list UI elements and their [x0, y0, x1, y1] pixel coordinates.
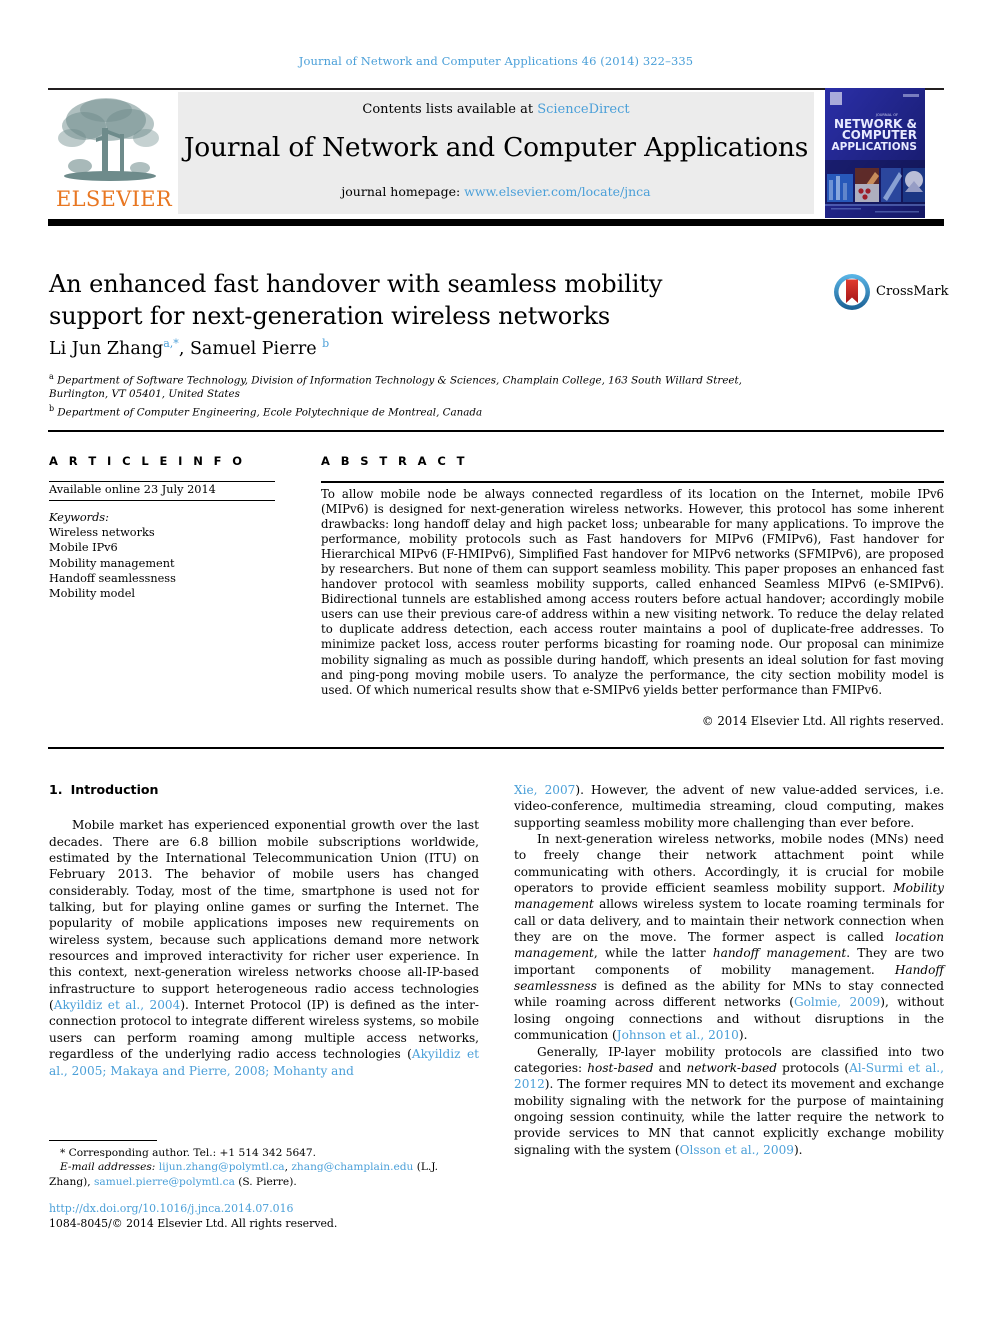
- keywords-block: Keywords: Wireless networks Mobile IPv6 …: [49, 510, 289, 601]
- para-text: In next-generation wireless networks, mo…: [514, 832, 944, 896]
- email-addresses-note: E-mail addresses: lijun.zhang@polymtl.ca…: [49, 1160, 479, 1189]
- sciencedirect-link[interactable]: ScienceDirect: [537, 102, 629, 117]
- svg-text:APPLICATIONS: APPLICATIONS: [832, 141, 917, 153]
- para-text: ).: [793, 1142, 803, 1157]
- citation-link[interactable]: Xie, 2007: [514, 783, 575, 797]
- available-online-date: Available online 23 July 2014: [49, 483, 216, 496]
- abstract-text: To allow mobile node be always connected…: [321, 487, 944, 697]
- doi-block: http://dx.doi.org/10.1016/j.jnca.2014.07…: [49, 1202, 479, 1231]
- emphasis: network-based: [686, 1060, 778, 1075]
- affiliation-b-mark: b: [49, 403, 55, 413]
- footnote-block: * Corresponding author. Tel.: +1 514 342…: [49, 1146, 479, 1189]
- citation-link[interactable]: Akyildiz et al., 2004: [54, 998, 181, 1012]
- author-1-affiliation-mark[interactable]: a,*: [163, 337, 179, 350]
- affiliation-a-text: Department of Software Technology, Divis…: [49, 374, 742, 401]
- crossmark-label: CrossMark: [876, 284, 949, 299]
- journal-title: Journal of Network and Computer Applicat…: [183, 132, 809, 163]
- homepage-line: journal homepage: www.elsevier.com/locat…: [178, 184, 814, 199]
- journal-cover-art: JOURNAL OF NETWORK & COMPUTER APPLICATIO…: [825, 88, 925, 218]
- author-1: Li Jun Zhang: [49, 338, 164, 359]
- para-text: ).: [738, 1028, 748, 1043]
- affiliation-a: a Department of Software Technology, Div…: [49, 370, 749, 402]
- running-head: Journal of Network and Computer Applicat…: [298, 54, 694, 68]
- para-text: ). However, the advent of new value-adde…: [514, 783, 944, 830]
- homepage-prefix: journal homepage:: [341, 184, 465, 199]
- svg-text:COMPUTER: COMPUTER: [842, 128, 917, 142]
- corresponding-author-note: * Corresponding author. Tel.: +1 514 342…: [60, 1147, 317, 1159]
- body-column-left: 1. Introduction Mobile market has experie…: [49, 782, 479, 1079]
- footnote-rule: [49, 1140, 157, 1142]
- citation-link[interactable]: Golmie, 2009: [794, 995, 880, 1009]
- homepage-link[interactable]: www.elsevier.com/locate/jnca: [464, 184, 650, 199]
- emphasis: handoff management: [712, 946, 847, 961]
- elsevier-logo: ELSEVIER: [48, 92, 176, 214]
- para-text: , while the latter: [593, 946, 713, 961]
- abstract-bottom-rule: [48, 747, 944, 749]
- keyword-item: Mobility management: [49, 556, 175, 570]
- email-label: E-mail addresses:: [60, 1161, 156, 1174]
- abstract-rule: [321, 481, 944, 483]
- paragraph: Xie, 2007). However, the advent of new v…: [514, 782, 944, 831]
- paper-title: An enhanced fast handover with seamless …: [49, 270, 663, 330]
- abstract-copyright: © 2014 Elsevier Ltd. All rights reserved…: [701, 714, 944, 728]
- journal-masthead: ELSEVIER Contents lists available at Sci…: [48, 88, 944, 218]
- affiliation-b-text: Department of Computer Engineering, Ecol…: [57, 406, 483, 419]
- paragraph: In next-generation wireless networks, mo…: [514, 831, 944, 1043]
- crossmark-icon: [834, 274, 870, 310]
- elsevier-wordmark: ELSEVIER: [56, 187, 172, 211]
- section-heading-introduction: 1. Introduction: [49, 782, 479, 798]
- affiliations: a Department of Software Technology, Div…: [49, 370, 749, 420]
- keyword-item: Wireless networks: [49, 526, 155, 540]
- citation-link[interactable]: Johnson et al., 2010: [617, 1028, 739, 1042]
- keyword-item: Mobile IPv6: [49, 541, 118, 555]
- abstract-heading: A B S T R A C T: [321, 454, 468, 468]
- email-link[interactable]: zhang@champlain.edu: [291, 1161, 413, 1173]
- email-link[interactable]: samuel.pierre@polymtl.ca: [94, 1176, 235, 1188]
- article-info-heading: A R T I C L E I N F O: [49, 454, 246, 468]
- affiliation-a-mark: a: [49, 372, 54, 381]
- emphasis: host-based: [587, 1060, 654, 1075]
- author-list: Li Jun Zhanga,*, Samuel Pierre b: [49, 337, 749, 359]
- para-text: protocols (: [777, 1060, 850, 1075]
- body-column-right: Xie, 2007). However, the advent of new v…: [514, 782, 944, 1158]
- affiliation-b: b Department of Computer Engineering, Ec…: [49, 402, 749, 420]
- masthead-center: Contents lists available at ScienceDirec…: [178, 92, 814, 214]
- journal-cover-image: JOURNAL OF NETWORK & COMPUTER APPLICATIO…: [825, 88, 925, 218]
- paragraph: Generally, IP-layer mobility protocols a…: [514, 1044, 944, 1158]
- author-separator: , Samuel Pierre: [178, 338, 323, 359]
- keywords-label: Keywords:: [49, 511, 109, 524]
- section-title: Introduction: [70, 782, 159, 797]
- keyword-item: Handoff seamlessness: [49, 571, 176, 585]
- keyword-item: Mobility model: [49, 587, 135, 601]
- paper-page: Journal of Network and Computer Applicat…: [0, 0, 992, 1323]
- author-2-affiliation-mark[interactable]: b: [322, 337, 329, 350]
- section-number: 1.: [49, 782, 63, 797]
- article-info-rule-bottom: [49, 500, 275, 502]
- contents-line: Contents lists available at ScienceDirec…: [178, 102, 814, 117]
- para-text: and: [653, 1060, 687, 1075]
- contents-prefix: Contents lists available at: [362, 102, 538, 117]
- paragraph: Mobile market has experienced exponentia…: [49, 817, 479, 1079]
- para-text: Mobile market has experienced exponentia…: [49, 818, 479, 1013]
- doi-link[interactable]: http://dx.doi.org/10.1016/j.jnca.2014.07…: [49, 1202, 479, 1217]
- email-owner: (S. Pierre).: [234, 1175, 297, 1188]
- email-link[interactable]: lijun.zhang@polymtl.ca: [159, 1161, 285, 1173]
- issn-copyright: 1084-8045/© 2014 Elsevier Ltd. All right…: [49, 1216, 338, 1230]
- masthead-bottom-bar: [48, 219, 944, 226]
- abstract-top-rule: [48, 430, 944, 432]
- crossmark-badge[interactable]: CrossMark: [832, 272, 948, 316]
- citation-link[interactable]: Olsson et al., 2009: [680, 1143, 794, 1157]
- elsevier-tree-icon: [58, 98, 159, 181]
